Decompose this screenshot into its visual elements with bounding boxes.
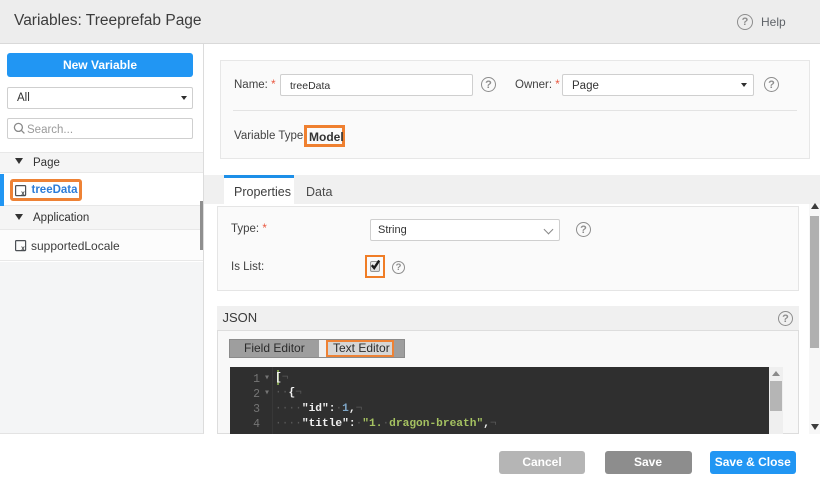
svg-text:x: x xyxy=(21,246,25,253)
svg-text:x: x xyxy=(21,191,25,198)
